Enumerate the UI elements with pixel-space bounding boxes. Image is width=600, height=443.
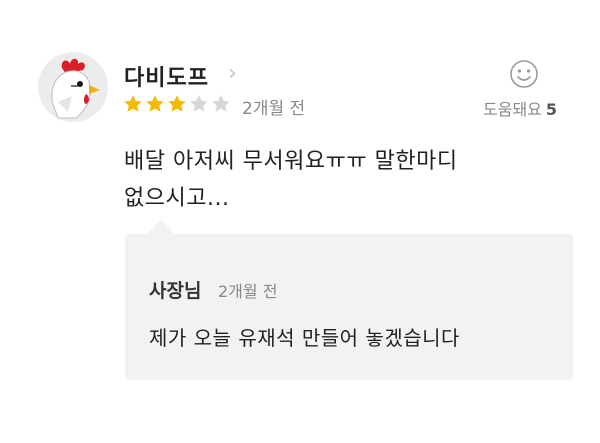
reply-text: 제가 오늘 유재석 만들어 놓겠습니다 <box>149 326 460 350</box>
owner-reply: 사장님 2개월 전 제가 오늘 유재석 만들어 놓겠습니다 <box>125 234 573 380</box>
review-card: 다비도프 › 2개월 전 도움돼요 5 배달 아저씨 무서워요ㅠㅠ 말한마디 없으… <box>0 0 600 443</box>
review-text-line: 배달 아저씨 무서워요ㅠㅠ 말한마디 <box>124 149 458 174</box>
helpful-label: 도움돼요 <box>483 100 542 119</box>
review-text: 배달 아저씨 무서워요ㅠㅠ 말한마디 없으시고... <box>124 143 544 217</box>
star-filled-icon <box>124 95 142 112</box>
reply-timestamp: 2개월 전 <box>218 282 278 301</box>
username[interactable]: 다비도프 <box>124 60 209 92</box>
avatar[interactable] <box>38 52 108 122</box>
star-empty-icon <box>190 95 208 112</box>
star-filled-icon <box>146 95 164 112</box>
reply-pointer <box>147 220 175 234</box>
rooster-avatar-icon <box>51 58 100 119</box>
star-rating <box>122 93 232 115</box>
helpful-count: 5 <box>545 100 558 119</box>
helpful-button[interactable]: 도움돼요 5 <box>483 96 557 120</box>
reply-author: 사장님 <box>149 280 202 302</box>
smile-icon[interactable] <box>509 59 539 89</box>
star-filled-icon <box>168 95 186 112</box>
review-text-line: 없으시고... <box>124 186 230 211</box>
chevron-right-icon[interactable]: › <box>228 62 237 86</box>
review-timestamp: 2개월 전 <box>242 99 306 119</box>
star-empty-icon <box>212 95 230 112</box>
